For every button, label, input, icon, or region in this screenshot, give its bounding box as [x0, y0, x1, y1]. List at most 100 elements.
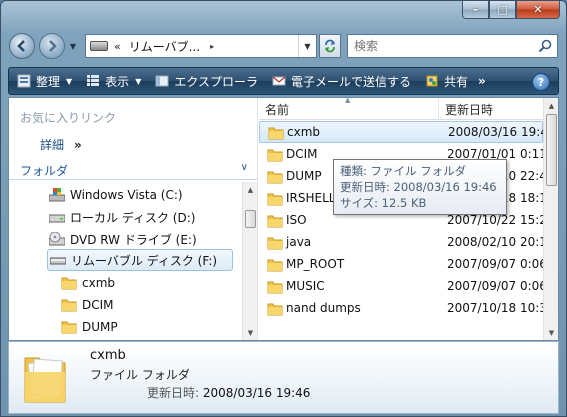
tree-item-label: cxmb [82, 276, 116, 290]
tree-item-dvd-drive[interactable]: DVD RW ドライブ (E:) [49, 228, 197, 250]
send-email-label: 電子メールで送信する [291, 74, 412, 89]
scroll-down-arrow-icon[interactable]: ▼ [243, 325, 258, 340]
file-name: nand dumps [286, 301, 361, 315]
tree-item-removable-disk[interactable]: リムーバブル ディスク (F:) [47, 249, 233, 271]
folder-icon [267, 259, 283, 272]
address-dropdown-button[interactable]: ▼ [298, 35, 316, 57]
search-input[interactable] [354, 39, 544, 53]
folder-icon [267, 149, 283, 162]
close-button[interactable]: ✕ [516, 1, 560, 19]
scroll-down-arrow-icon[interactable]: ▼ [544, 325, 558, 340]
organize-button[interactable]: 整理 ▼ [17, 73, 72, 90]
refresh-icon [325, 39, 335, 53]
tree-item-windows-vista[interactable]: Windows Vista (C:) [49, 184, 183, 206]
explorer-window: – □ ✕ ▼ « リムーバブ... ▸ ▼ 検索 整理 ▼ 表示 ▼ エクスプ… [0, 0, 567, 417]
explorer-button[interactable]: エクスプローラ [155, 73, 258, 90]
scroll-up-arrow-icon[interactable]: ▲ [243, 182, 258, 197]
folders-title: フォルダ [20, 164, 69, 178]
tree-item-label: DUMP [82, 320, 118, 334]
file-modified: 2007/09/07 0:06 [447, 279, 547, 293]
navigation-scrollbar[interactable]: ▲ ▼ [242, 182, 257, 340]
details-modified-value: 2008/03/16 19:46 [202, 386, 311, 400]
chevron-down-icon: ▼ [69, 41, 77, 51]
tree-item-cxmb[interactable]: cxmb [61, 272, 115, 294]
column-headers: 名前 ▲ 更新日時 [259, 98, 543, 120]
email-icon [272, 76, 286, 86]
scroll-thumb[interactable] [245, 210, 256, 228]
tree-item-label: ローカル ディスク (D:) [70, 210, 196, 225]
organize-label: 整理 [36, 74, 61, 89]
file-modified: 2007/10/22 15:2 [447, 213, 547, 227]
folders-header[interactable]: フォルダ ∨ [9, 158, 258, 180]
scroll-up-arrow-icon[interactable]: ▲ [544, 98, 558, 113]
folder-icon [267, 193, 283, 206]
file-row[interactable]: MUSIC 2007/09/07 0:06 [259, 276, 547, 298]
file-name: java [286, 235, 312, 249]
folder-icon [267, 215, 283, 228]
file-name: ISO [286, 213, 307, 227]
file-row[interactable]: MP_ROOT 2007/09/07 0:06 [259, 254, 547, 276]
folder-icon [267, 237, 283, 250]
folder-tooltip: 種類: ファイル フォルダ 更新日時: 2008/03/16 19:46 サイズ… [333, 159, 507, 215]
breadcrumb-arrow-icon[interactable]: ▸ [210, 42, 214, 51]
tree-item-local-disk[interactable]: ローカル ディスク (D:) [49, 206, 195, 228]
dvd-drive-icon [49, 232, 65, 246]
file-row[interactable]: java 2008/02/10 20:1 [259, 232, 547, 254]
back-button[interactable] [9, 33, 35, 59]
back-arrow-icon [17, 40, 25, 52]
file-list-scrollbar[interactable]: ▲ ▼ [543, 98, 558, 340]
folder-icon [267, 281, 283, 294]
help-icon: ? [537, 75, 545, 89]
views-button[interactable]: 表示 ▼ [86, 73, 141, 90]
address-overflow[interactable]: « [114, 40, 121, 53]
close-icon: ✕ [533, 3, 543, 16]
content-area: お気に入りリンク 詳細 » フォルダ ∨ Windows Vista (C:) ロ… [8, 97, 559, 341]
help-button[interactable]: ? [532, 73, 550, 91]
file-name: cxmb [287, 125, 321, 139]
search-icon[interactable] [538, 39, 552, 53]
details-type: ファイル フォルダ [90, 368, 190, 382]
tree-item-dcim[interactable]: DCIM [61, 294, 114, 316]
maximize-button[interactable]: □ [489, 1, 516, 19]
address-bar[interactable]: « リムーバブ... ▸ ▼ [85, 34, 317, 58]
forward-button[interactable] [39, 33, 65, 59]
tree-item-label: リムーバブル ディスク (F:) [71, 253, 218, 268]
column-name-label: 名前 [265, 102, 290, 117]
hard-drive-icon [49, 214, 65, 223]
chevron-down-icon: ▼ [135, 76, 142, 86]
share-label: 共有 [444, 74, 469, 89]
removable-drive-icon [50, 257, 66, 265]
more-commands-button[interactable]: » [478, 74, 486, 88]
file-row[interactable]: cxmb 2008/03/16 19:4 [259, 121, 548, 143]
file-row[interactable]: nand dumps 2007/10/18 10:3 [259, 298, 547, 320]
organize-icon [17, 74, 31, 88]
tooltip-size: サイズ: 12.5 KB [340, 196, 427, 210]
search-box[interactable] [347, 34, 558, 58]
views-label: 表示 [105, 74, 130, 89]
explorer-label: エクスプローラ [174, 74, 258, 89]
tooltip-type: 種類: ファイル フォルダ [340, 164, 467, 178]
favorite-links-more[interactable]: 詳細 » [40, 136, 82, 153]
column-modified-label: 更新日時 [445, 102, 494, 117]
breadcrumb-removable-disk[interactable]: リムーバブ... [129, 38, 200, 55]
column-header-name[interactable]: 名前 ▲ [259, 98, 439, 120]
column-header-modified[interactable]: 更新日時 [439, 98, 558, 120]
share-icon [426, 75, 438, 87]
file-modified: 2007/10/18 10:3 [447, 301, 547, 315]
windows-drive-icon [49, 188, 65, 202]
share-button[interactable]: 共有 [425, 73, 468, 90]
recent-pages-dropdown[interactable]: ▼ [67, 40, 79, 52]
removable-drive-icon [90, 41, 108, 51]
navigation-pane: お気に入りリンク 詳細 » フォルダ ∨ Windows Vista (C:) ロ… [9, 98, 258, 340]
favorite-links-title: お気に入りリンク [20, 111, 117, 125]
details-pane: cxmb ファイル フォルダ 更新日時: 2008/03/16 19:46 [8, 341, 559, 414]
minimize-button[interactable]: – [462, 1, 489, 19]
folder-icon [61, 277, 77, 290]
refresh-button[interactable] [319, 34, 341, 58]
details-name: cxmb [90, 348, 126, 363]
scroll-thumb[interactable] [546, 114, 557, 186]
tree-item-dump[interactable]: DUMP [61, 316, 118, 338]
navigation-bar: ▼ « リムーバブ... ▸ ▼ [9, 29, 558, 63]
send-email-button[interactable]: 電子メールで送信する [272, 73, 411, 90]
folder-icon [61, 321, 77, 334]
